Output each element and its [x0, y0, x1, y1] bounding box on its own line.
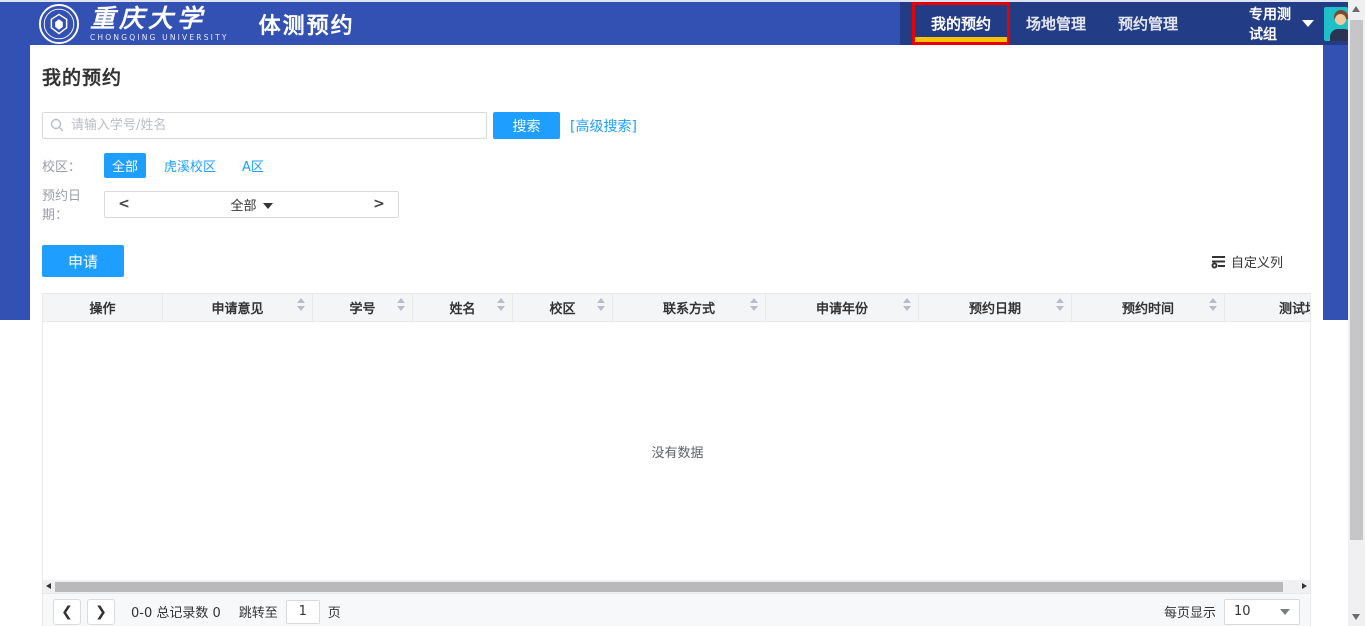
- column-header-label: 申请年份: [816, 298, 868, 317]
- date-next-button[interactable]: >: [372, 196, 386, 212]
- column-header-label: 校区: [549, 298, 575, 317]
- per-page-select[interactable]: 10: [1224, 599, 1300, 625]
- search-box: [42, 112, 487, 139]
- vertical-scrollbar[interactable]: [1348, 0, 1365, 626]
- jump-to-label: 跳转至: [239, 602, 278, 621]
- sort-icon[interactable]: [903, 298, 911, 311]
- vertical-scrollbar-thumb[interactable]: [1350, 20, 1363, 540]
- university-logo-icon: [38, 3, 80, 45]
- campus-filter-row: 校区： 全部虎溪校区 A区: [42, 153, 1311, 177]
- university-name-cn: 重庆大学: [90, 6, 229, 31]
- date-filter-label: 预约日期：: [42, 185, 104, 223]
- sort-icon[interactable]: [750, 298, 758, 311]
- column-header-6[interactable]: 申请年份: [766, 294, 919, 321]
- column-header-label: 测试场地: [1279, 298, 1311, 317]
- horizontal-scrollbar[interactable]: [42, 580, 1311, 593]
- user-group-label: 专用测试组: [1249, 4, 1294, 44]
- scroll-up-arrow-icon[interactable]: [1352, 6, 1360, 12]
- chevron-down-icon: [263, 203, 273, 209]
- advanced-search-link[interactable]: [高级搜索]: [570, 116, 637, 136]
- customize-columns-label: 自定义列: [1231, 252, 1283, 271]
- table-body: 没有数据: [43, 322, 1311, 580]
- sort-icon[interactable]: [497, 298, 505, 311]
- page-number-input[interactable]: [286, 600, 320, 624]
- page-unit-label: 页: [328, 602, 341, 621]
- chevron-down-icon: [1280, 609, 1290, 615]
- app-title: 体测预约: [259, 8, 355, 40]
- column-header-3[interactable]: 姓名: [413, 294, 513, 321]
- nav-item-label: 预约管理: [1118, 13, 1178, 34]
- nav-item-1[interactable]: 场地管理: [1010, 2, 1102, 45]
- user-menu[interactable]: 专用测试组: [1249, 4, 1314, 44]
- per-page-label: 每页显示: [1164, 602, 1216, 621]
- column-header-8[interactable]: 预约时间: [1072, 294, 1225, 321]
- brand: 重庆大学 CHONGQING UNIVERSITY 体测预约: [38, 3, 355, 45]
- campus-option-2[interactable]: A区: [234, 153, 272, 178]
- top-strip: [0, 0, 1348, 2]
- toolbar-row: 申请 自定义列: [42, 245, 1311, 277]
- column-header-9[interactable]: 测试场地: [1225, 294, 1311, 321]
- column-header-1[interactable]: 申请意见: [163, 294, 313, 321]
- university-name-en: CHONGQING UNIVERSITY: [90, 34, 229, 42]
- pagination-bar: ❮ ❯ 0-0 总记录数 0 跳转至 页 每页显示 10: [42, 593, 1311, 626]
- search-icon: [50, 118, 64, 132]
- date-prev-button[interactable]: <: [117, 196, 131, 212]
- scroll-down-arrow-icon[interactable]: [1352, 614, 1360, 620]
- per-page-control: 每页显示 10: [1164, 599, 1300, 625]
- nav-item-2[interactable]: 预约管理: [1102, 2, 1194, 45]
- column-header-2[interactable]: 学号: [313, 294, 413, 321]
- nav-bar: 我的预约 场地管理 预约管理 专用测试组: [900, 2, 1348, 45]
- university-name: 重庆大学 CHONGQING UNIVERSITY: [90, 6, 229, 42]
- column-settings-icon: [1211, 254, 1226, 269]
- column-header-5[interactable]: 联系方式: [613, 294, 766, 321]
- sort-icon[interactable]: [597, 298, 605, 311]
- date-filter-row: 预约日期： < 全部 >: [42, 185, 1311, 223]
- column-header-label: 姓名: [449, 298, 475, 317]
- customize-columns-button[interactable]: 自定义列: [1211, 252, 1283, 271]
- column-header-label: 学号: [349, 298, 375, 317]
- sort-icon[interactable]: [1056, 298, 1064, 311]
- column-header-label: 预约日期: [969, 298, 1021, 317]
- chevron-down-icon: [1302, 20, 1314, 27]
- record-count-summary: 0-0 总记录数 0: [131, 602, 221, 621]
- appointments-table: 操作 申请意见 学号 姓名 校区 联系方式 申请年份 预约日期 预约时间 测试场地 没有数据: [42, 293, 1311, 580]
- nav-item-label: 我的预约: [931, 13, 991, 34]
- per-page-value: 10: [1234, 604, 1251, 619]
- empty-state-text: 没有数据: [651, 442, 703, 461]
- content-card: 我的预约 搜索 [高级搜索] 校区： 全部虎溪校区 A区 预约日期： < 全部 >…: [30, 45, 1323, 620]
- search-button[interactable]: 搜索: [493, 112, 560, 139]
- date-value-dropdown[interactable]: 全部: [230, 195, 272, 214]
- date-picker: < 全部 >: [104, 191, 399, 218]
- campus-option-1[interactable]: 虎溪校区: [156, 153, 224, 178]
- column-header-label: 操作: [89, 298, 115, 317]
- column-header-7[interactable]: 预约日期: [919, 294, 1072, 321]
- topbar: 重庆大学 CHONGQING UNIVERSITY 体测预约 我的预约 场地管理 预…: [0, 2, 1348, 45]
- column-header-0: 操作: [43, 294, 163, 321]
- sort-icon[interactable]: [1209, 298, 1217, 311]
- scroll-right-arrow-icon[interactable]: [1302, 583, 1307, 589]
- column-header-label: 预约时间: [1122, 298, 1174, 317]
- table-header-row: 操作 申请意见 学号 姓名 校区 联系方式 申请年份 预约日期 预约时间 测试场地: [43, 294, 1311, 322]
- nav-item-0[interactable]: 我的预约: [912, 2, 1010, 45]
- column-header-label: 联系方式: [663, 298, 715, 317]
- column-header-4[interactable]: 校区: [513, 294, 613, 321]
- campus-filter-label: 校区：: [42, 156, 104, 175]
- column-header-label: 申请意见: [211, 298, 263, 317]
- nav-item-label: 场地管理: [1026, 13, 1086, 34]
- sort-icon[interactable]: [397, 298, 405, 311]
- avatar[interactable]: [1324, 7, 1348, 41]
- prev-page-button[interactable]: ❮: [53, 599, 81, 625]
- sort-icon[interactable]: [297, 298, 305, 311]
- apply-button[interactable]: 申请: [42, 245, 124, 277]
- campus-option-0[interactable]: 全部: [104, 153, 146, 178]
- active-tab-underline: [915, 37, 1007, 42]
- next-page-button[interactable]: ❯: [87, 599, 115, 625]
- search-input[interactable]: [42, 112, 487, 139]
- search-row: 搜索 [高级搜索]: [42, 112, 1311, 139]
- page-title: 我的预约: [42, 45, 1311, 90]
- horizontal-scrollbar-thumb[interactable]: [55, 582, 1283, 592]
- scroll-left-arrow-icon[interactable]: [46, 583, 51, 589]
